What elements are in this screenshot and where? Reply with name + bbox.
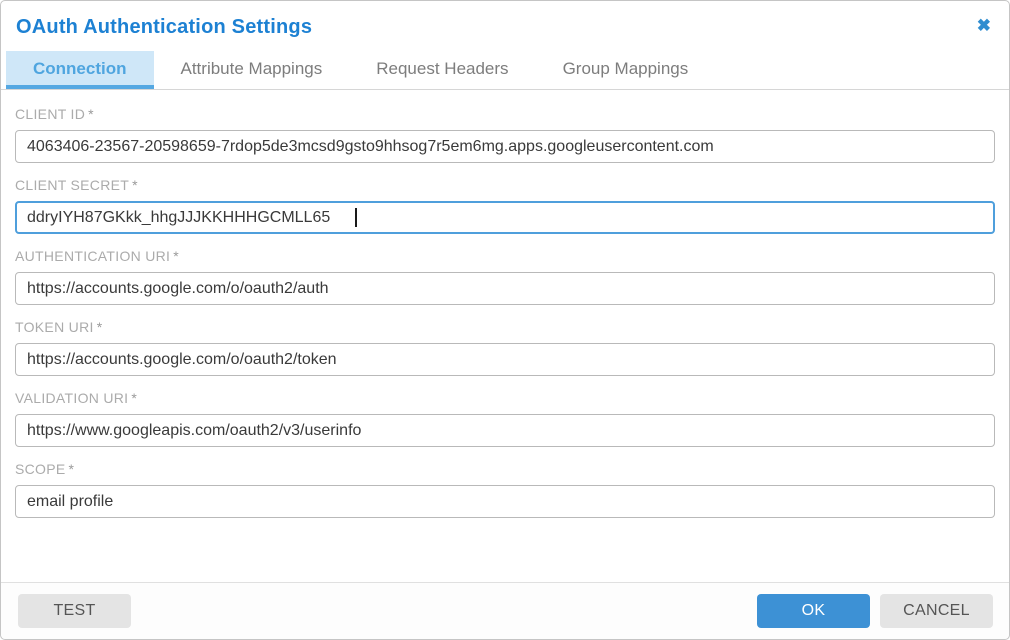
authentication-uri-input-wrap — [15, 272, 995, 305]
validation-uri-label: VALIDATION URI — [15, 390, 128, 406]
test-button[interactable]: TEST — [18, 594, 131, 628]
token-uri-input[interactable] — [15, 343, 995, 376]
token-uri-input-wrap — [15, 343, 995, 376]
field-client-id: CLIENT ID* — [15, 106, 995, 163]
scope-input[interactable] — [15, 485, 995, 518]
required-asterisk: * — [69, 461, 74, 477]
required-asterisk: * — [131, 390, 136, 406]
tab-connection[interactable]: Connection — [6, 51, 154, 89]
tab-group-mappings[interactable]: Group Mappings — [536, 51, 716, 89]
token-uri-label: TOKEN URI — [15, 319, 94, 335]
tab-bar: Connection Attribute Mappings Request He… — [1, 51, 1009, 90]
client-id-label: CLIENT ID — [15, 106, 85, 122]
tab-attribute-mappings[interactable]: Attribute Mappings — [154, 51, 350, 89]
required-asterisk: * — [173, 248, 178, 264]
field-scope: SCOPE* — [15, 461, 995, 518]
required-asterisk: * — [88, 106, 93, 122]
dialog-header: OAuth Authentication Settings ✖ — [1, 1, 1009, 49]
validation-uri-input[interactable] — [15, 414, 995, 447]
scope-label: SCOPE — [15, 461, 66, 477]
client-id-input-wrap — [15, 130, 995, 163]
client-id-input[interactable] — [15, 130, 995, 163]
connection-form: CLIENT ID* CLIENT SECRET* AUTHENTICATION… — [1, 90, 1009, 582]
dialog-footer: TEST OK CANCEL — [1, 582, 1009, 639]
authentication-uri-input[interactable] — [15, 272, 995, 305]
authentication-uri-label: AUTHENTICATION URI — [15, 248, 170, 264]
field-token-uri: TOKEN URI* — [15, 319, 995, 376]
field-validation-uri: VALIDATION URI* — [15, 390, 995, 447]
validation-uri-input-wrap — [15, 414, 995, 447]
client-secret-input[interactable] — [15, 201, 995, 234]
client-secret-label: CLIENT SECRET — [15, 177, 129, 193]
dialog-title: OAuth Authentication Settings — [16, 16, 312, 38]
oauth-settings-dialog: OAuth Authentication Settings ✖ Connecti… — [0, 0, 1010, 640]
text-caret — [355, 208, 357, 227]
required-asterisk: * — [97, 319, 102, 335]
field-client-secret: CLIENT SECRET* — [15, 177, 995, 234]
ok-button[interactable]: OK — [757, 594, 870, 628]
tab-request-headers[interactable]: Request Headers — [349, 51, 535, 89]
scope-input-wrap — [15, 485, 995, 518]
cancel-button[interactable]: CANCEL — [880, 594, 993, 628]
client-secret-input-wrap — [15, 201, 995, 234]
required-asterisk: * — [132, 177, 137, 193]
close-icon[interactable]: ✖ — [977, 17, 991, 34]
field-authentication-uri: AUTHENTICATION URI* — [15, 248, 995, 305]
